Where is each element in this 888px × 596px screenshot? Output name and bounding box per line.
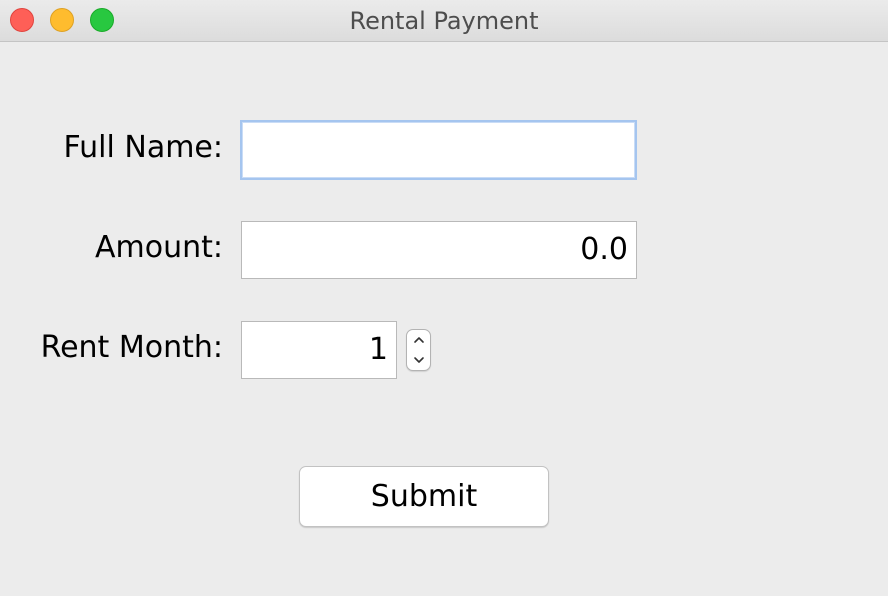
title-bar[interactable]: Rental Payment	[0, 0, 888, 42]
rent-month-spinner-field[interactable]: 1	[241, 321, 397, 379]
full-name-input[interactable]	[240, 120, 637, 180]
submit-button[interactable]: Submit	[299, 466, 549, 527]
amount-label: Amount:	[95, 230, 223, 265]
amount-input[interactable]: 0.0	[241, 221, 637, 279]
rent-month-label: Rent Month:	[40, 330, 223, 365]
window-title: Rental Payment	[349, 7, 539, 35]
chevron-down-icon[interactable]	[407, 350, 430, 370]
full-name-label: Full Name:	[63, 130, 223, 165]
rent-month-stepper[interactable]	[406, 329, 431, 371]
app-window: Rental Payment Full Name: Amount: 0.0 Re…	[0, 0, 888, 596]
chevron-up-icon[interactable]	[407, 330, 430, 350]
